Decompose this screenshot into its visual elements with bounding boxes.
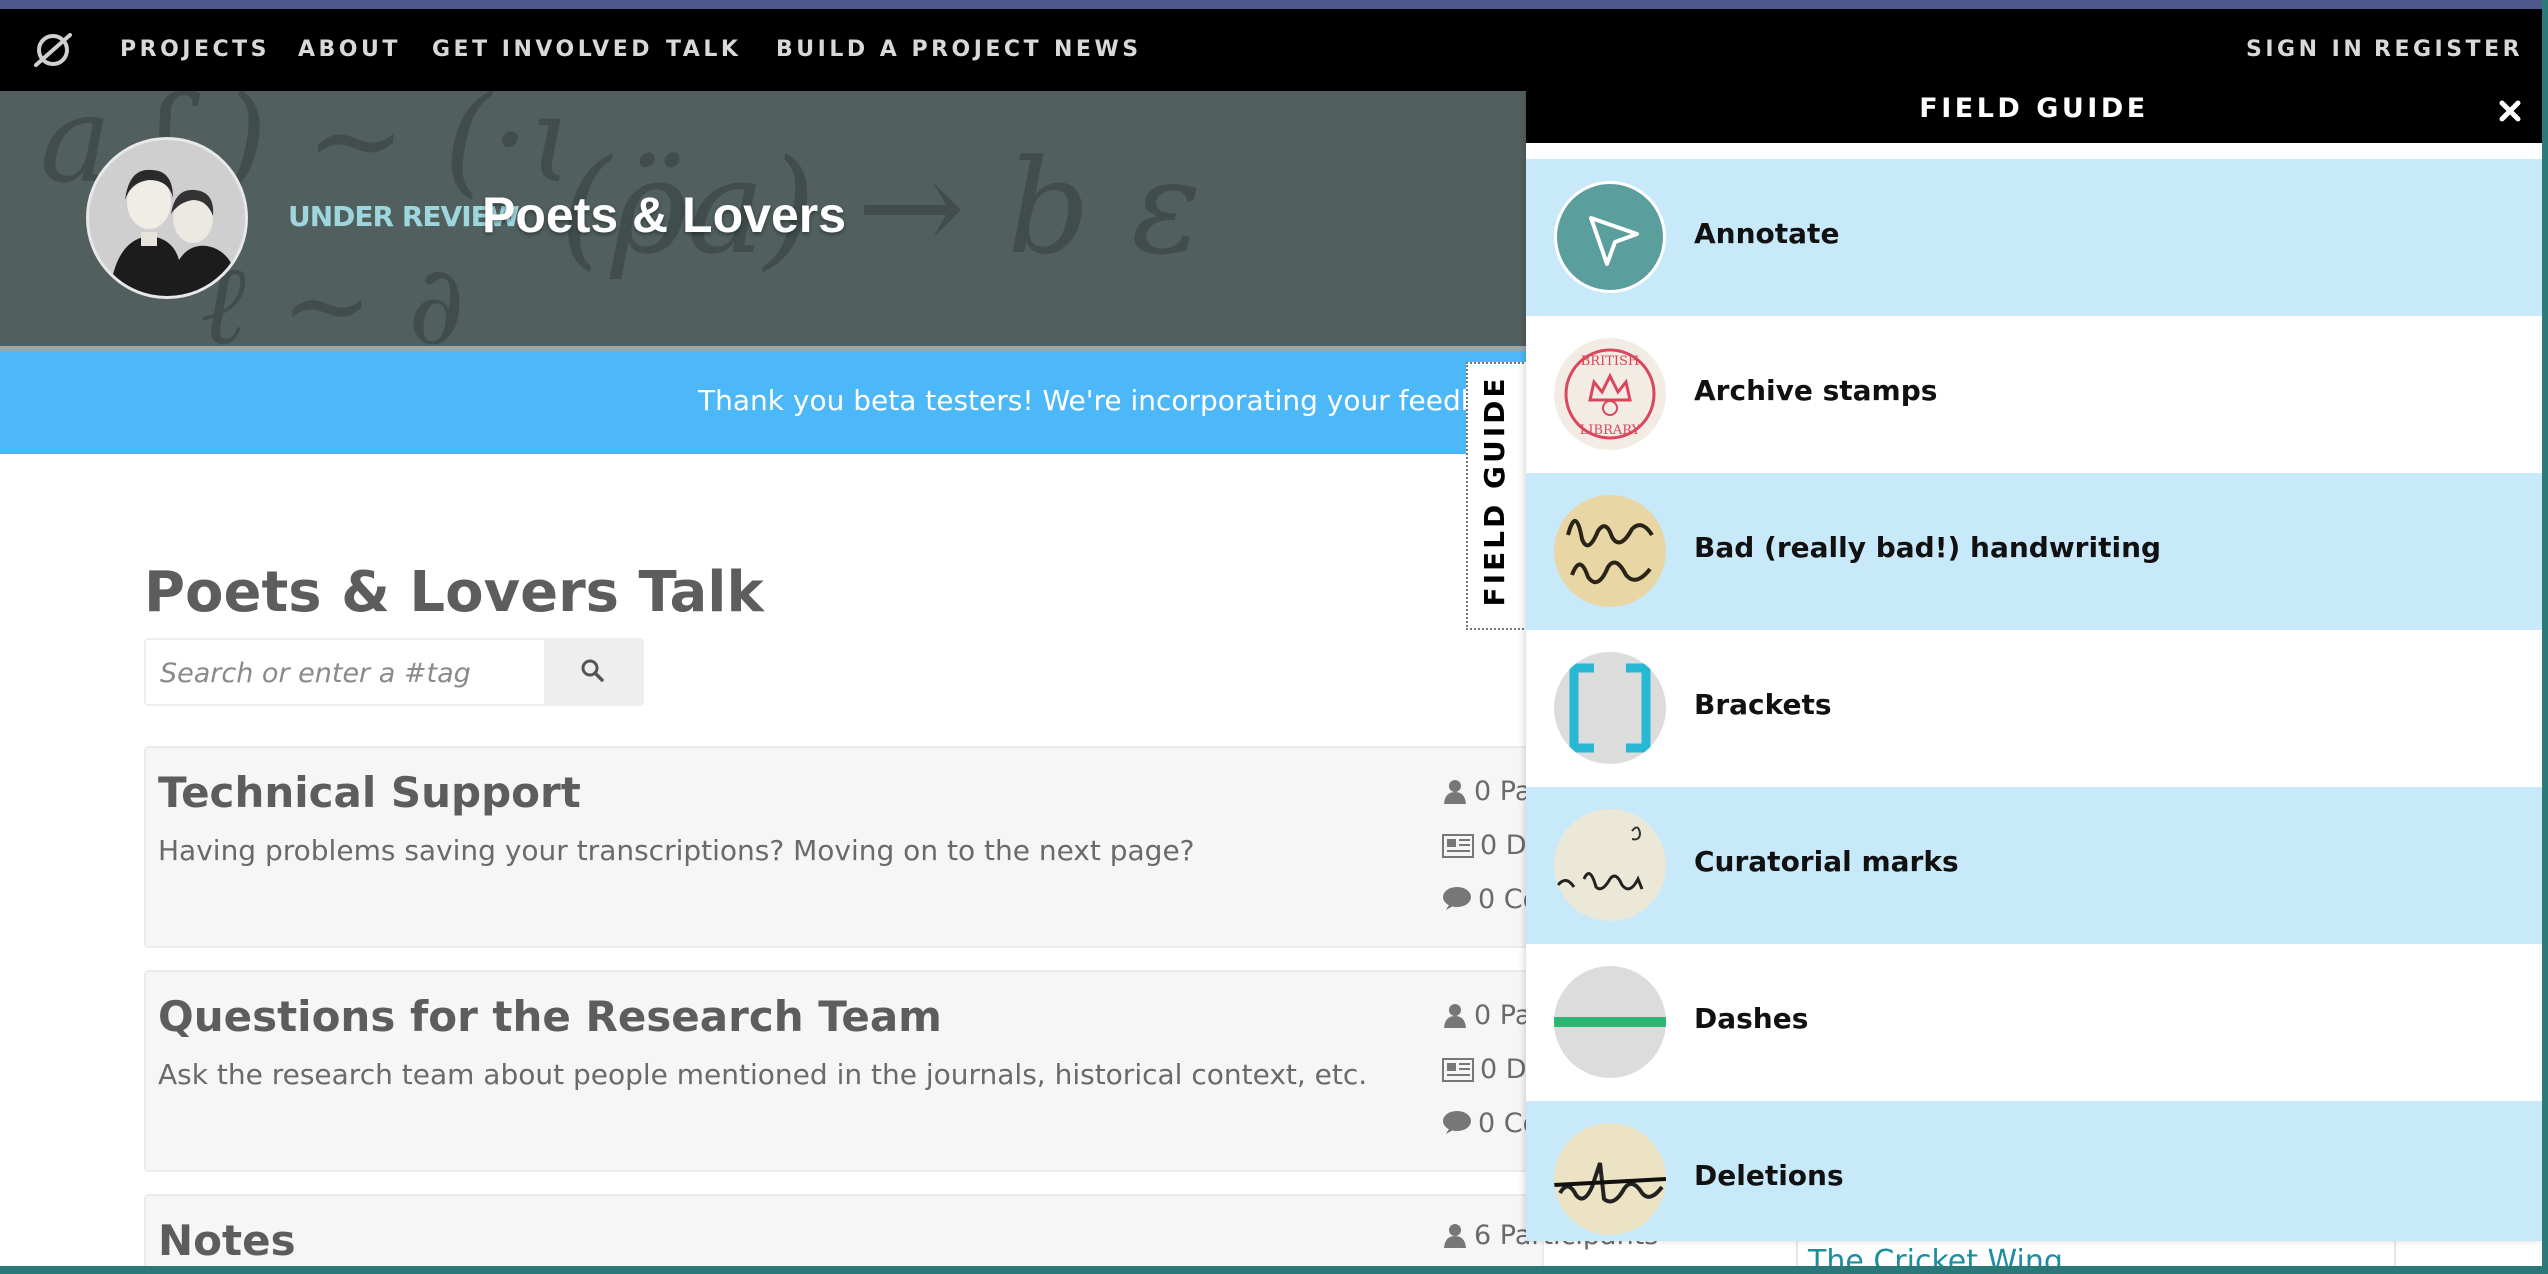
nav-talk[interactable]: TALK (666, 37, 741, 62)
project-avatar[interactable] (86, 137, 248, 299)
board-title[interactable]: Technical Support (158, 768, 581, 817)
field-guide-title: FIELD GUIDE (1919, 93, 2149, 124)
board-notes[interactable]: Notes 6 Participants (144, 1194, 1658, 1274)
field-guide-tab-label[interactable]: FIELD GUIDE (1470, 366, 1520, 616)
deletion-sample-icon (1554, 1123, 1666, 1235)
top-navigation: PROJECTS ABOUT GET INVOLVED TALK BUILD A… (0, 9, 2548, 91)
board-title[interactable]: Questions for the Research Team (158, 992, 942, 1041)
board-description: Having problems saving your transcriptio… (158, 834, 1195, 867)
board-participants: 0 Pa (1442, 1000, 1531, 1031)
close-icon[interactable] (2492, 93, 2528, 129)
announcement-text: Thank you beta testers! We're incorporat… (698, 384, 1512, 417)
board-description: Ask the research team about people menti… (158, 1058, 1368, 1091)
field-guide-item-label: Brackets (1694, 688, 1832, 721)
search-placeholder: Search or enter a #tag (160, 658, 471, 689)
user-icon (1444, 1224, 1466, 1248)
field-guide-item-label: Dashes (1694, 1002, 1809, 1035)
board-discussions: 0 D (1442, 1054, 1527, 1085)
talk-search-input[interactable]: Search or enter a #tag (144, 638, 544, 706)
board-participants: 0 Pa (1442, 776, 1531, 807)
newspaper-icon (1442, 1058, 1474, 1082)
register-link[interactable]: REGISTER (2374, 37, 2523, 62)
comment-icon (1443, 1111, 1471, 1134)
field-guide-item-archive-stamps[interactable]: BRITISH LIBRARY Archive stamps (1526, 316, 2542, 473)
brackets-icon (1554, 652, 1666, 764)
bottom-edge-strip (0, 1266, 2548, 1274)
nav-news[interactable]: NEWS (1054, 37, 1142, 62)
field-guide-item-brackets[interactable]: Brackets (1526, 630, 2542, 787)
board-comments: 0 Co (1442, 884, 1539, 915)
board-title[interactable]: Notes (158, 1216, 296, 1265)
board-discussions: 0 D (1442, 830, 1527, 861)
field-guide-item-annotate[interactable]: Annotate (1526, 159, 2542, 316)
field-guide-item-label: Archive stamps (1694, 374, 1938, 407)
nav-get-involved[interactable]: GET INVOLVED (432, 37, 653, 62)
field-guide-item-dashes[interactable]: Dashes (1526, 944, 2542, 1101)
field-guide-item-deletions[interactable]: Deletions (1526, 1101, 2542, 1241)
newspaper-icon (1442, 834, 1474, 858)
comment-icon (1443, 887, 1471, 910)
field-guide-header: FIELD GUIDE (1526, 91, 2542, 143)
project-title[interactable]: Poets & Lovers (482, 186, 846, 244)
field-guide-item-label: Annotate (1694, 217, 1840, 250)
field-guide-item-curatorial-marks[interactable]: Curatorial marks (1526, 787, 2542, 944)
board-questions-research-team[interactable]: Questions for the Research Team Ask the … (144, 970, 1544, 1172)
zooniverse-logo-icon[interactable] (32, 29, 74, 71)
nav-build-a-project[interactable]: BUILD A PROJECT (776, 37, 1042, 62)
board-technical-support[interactable]: Technical Support Having problems saving… (144, 746, 1544, 948)
cursor-arrow-icon (1554, 181, 1666, 293)
nav-about[interactable]: ABOUT (298, 37, 401, 62)
nav-projects[interactable]: PROJECTS (120, 37, 270, 62)
user-icon (1444, 1004, 1466, 1028)
board-comments: 0 Co (1442, 1108, 1539, 1139)
field-guide-panel: FIELD GUIDE Annotate BRITISH LIBRARY Arc… (1526, 91, 2542, 1241)
field-guide-item-label: Bad (really bad!) handwriting (1694, 531, 2162, 564)
talk-page-title: Poets & Lovers Talk (144, 560, 764, 625)
svg-text:BRITISH: BRITISH (1581, 354, 1640, 369)
search-icon (581, 659, 604, 682)
user-icon (1444, 780, 1466, 804)
right-edge-strip (2542, 0, 2548, 1274)
search-button[interactable] (544, 638, 644, 706)
svg-text:LIBRARY: LIBRARY (1580, 423, 1641, 438)
sign-in-link[interactable]: SIGN IN (2246, 37, 2365, 62)
dash-icon (1554, 966, 1666, 1078)
curatorial-mark-sample-icon (1554, 809, 1666, 921)
top-accent-bar (0, 0, 2548, 9)
field-guide-item-label: Curatorial marks (1694, 845, 1959, 878)
field-guide-item-label: Deletions (1694, 1159, 1844, 1192)
handwriting-sample-icon (1554, 495, 1666, 607)
field-guide-item-bad-handwriting[interactable]: Bad (really bad!) handwriting (1526, 473, 2542, 630)
british-library-stamp-icon: BRITISH LIBRARY (1554, 338, 1666, 450)
